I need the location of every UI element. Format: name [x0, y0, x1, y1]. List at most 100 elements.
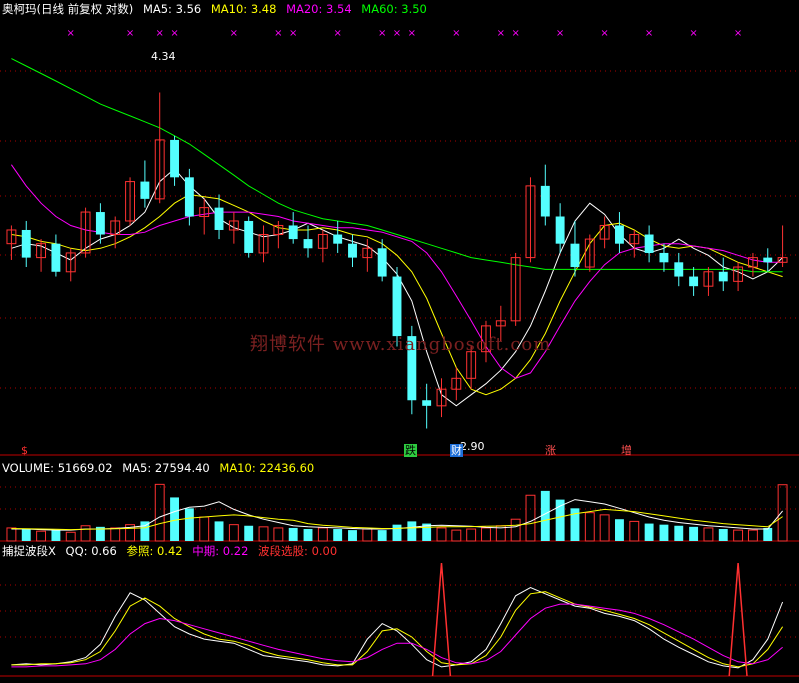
volume-bar: [659, 524, 669, 541]
cross-marker: ×: [230, 28, 238, 39]
marker-dollar: $: [21, 444, 28, 457]
volume-bar: [51, 530, 61, 541]
marker-rise: 涨: [545, 444, 556, 457]
volume-bar: [170, 497, 179, 541]
volume-bar: [214, 521, 224, 541]
volume-bar: [392, 524, 402, 541]
cross-marker: ×: [274, 28, 282, 39]
volume-bar: [599, 514, 610, 542]
volume-bar: [21, 529, 31, 541]
volume-bar: [644, 523, 654, 541]
volume-bar: [65, 531, 76, 542]
volume-bar: [451, 529, 462, 542]
candle-body-down: [377, 248, 387, 277]
volume-bar: [199, 516, 210, 542]
volume-bar: [6, 527, 17, 542]
candle-body-down: [644, 234, 654, 253]
volume-bar: [689, 526, 699, 541]
candle-body-down: [689, 276, 699, 287]
volume-bar: [674, 525, 684, 541]
candle-body-down: [288, 225, 298, 240]
watermark: 翔博软件 www.xiangbosoft.com: [250, 334, 552, 355]
volume-bar: [615, 519, 624, 541]
volume-bar: [288, 527, 298, 541]
volume-bar: [258, 526, 269, 542]
volume-bar: [733, 529, 744, 542]
marker-wealth: 财: [450, 444, 463, 457]
candle-body-down: [184, 177, 194, 217]
cross-marker: ×: [689, 28, 697, 39]
cross-marker: ×: [645, 28, 653, 39]
cross-marker: ×: [734, 28, 742, 39]
candle-body-down: [348, 243, 357, 258]
indicator-line-2: [11, 603, 783, 668]
cross-marker: ×: [378, 28, 386, 39]
volume-bar: [584, 512, 595, 542]
volume-bar: [80, 525, 91, 542]
cross-marker: ×: [600, 28, 608, 39]
volume-bar: [629, 520, 640, 542]
volume-bar: [244, 525, 254, 541]
volume-bar: [763, 527, 773, 541]
candle-body-down: [718, 271, 728, 282]
volume-bar: [110, 527, 121, 542]
marker-fall: 跌: [404, 444, 417, 457]
candle-body-down: [244, 220, 254, 253]
candle-body-down: [763, 257, 773, 263]
candle-body-down: [333, 234, 343, 244]
cross-marker: ×: [511, 28, 519, 39]
cross-marker: ×: [452, 28, 460, 39]
volume-bar: [466, 528, 477, 542]
candle-body-down: [422, 400, 432, 406]
indicator-line-1: [11, 591, 784, 668]
volume-bar: [407, 521, 417, 541]
candle-body-down: [659, 252, 669, 263]
candle-body-down: [570, 243, 580, 268]
cross-marker: ×: [393, 28, 401, 39]
volume-bar: [228, 524, 239, 542]
cross-marker: ×: [333, 28, 341, 39]
volume-bar: [273, 527, 284, 542]
candle-body-down: [555, 216, 565, 244]
band-pick-spike: [431, 562, 452, 677]
cross-marker: ×: [170, 28, 178, 39]
volume-bar: [36, 530, 47, 542]
volume-bar: [718, 529, 728, 541]
volume-bar: [436, 527, 447, 542]
stock-chart: 奥柯玛(日线 前复权 对数) MA5: 3.56 MA10: 3.48 MA20…: [0, 0, 799, 683]
volume-bar: [348, 530, 357, 541]
candle-body-down: [615, 225, 624, 244]
volume-bar: [154, 483, 165, 542]
cross-marker: ×: [497, 28, 505, 39]
cross-marker: ×: [67, 28, 75, 39]
volume-bar: [317, 527, 328, 542]
cross-marker: ×: [289, 28, 297, 39]
candle-body-down: [303, 239, 313, 249]
volume-bar: [333, 529, 343, 541]
candle-body-down: [21, 229, 31, 258]
candle-body-down: [140, 181, 150, 199]
candle-body-down: [51, 243, 61, 272]
volume-bar: [362, 528, 373, 542]
indicator-line-0: [11, 587, 784, 669]
volume-bar: [510, 518, 521, 542]
price-ma60-line: [11, 58, 783, 273]
volume-bar: [377, 530, 387, 541]
volume-bar: [777, 484, 788, 542]
candle-body-down: [95, 212, 105, 235]
candle-body-down: [674, 262, 684, 277]
candle-body-down: [540, 185, 550, 217]
candle-body-down: [214, 207, 224, 230]
volume-bar: [525, 494, 536, 542]
candle-body-down: [170, 139, 179, 178]
volume-bar: [184, 508, 194, 541]
volume-bar: [481, 527, 491, 542]
volume-bar: [703, 527, 714, 542]
cross-marker: ×: [156, 28, 164, 39]
cross-marker: ×: [408, 28, 416, 39]
volume-bar: [303, 529, 313, 541]
high-price-label: 4.34: [151, 50, 176, 63]
candle-body-down: [392, 276, 402, 337]
cross-marker: ×: [126, 28, 134, 39]
volume-bar: [747, 529, 758, 542]
